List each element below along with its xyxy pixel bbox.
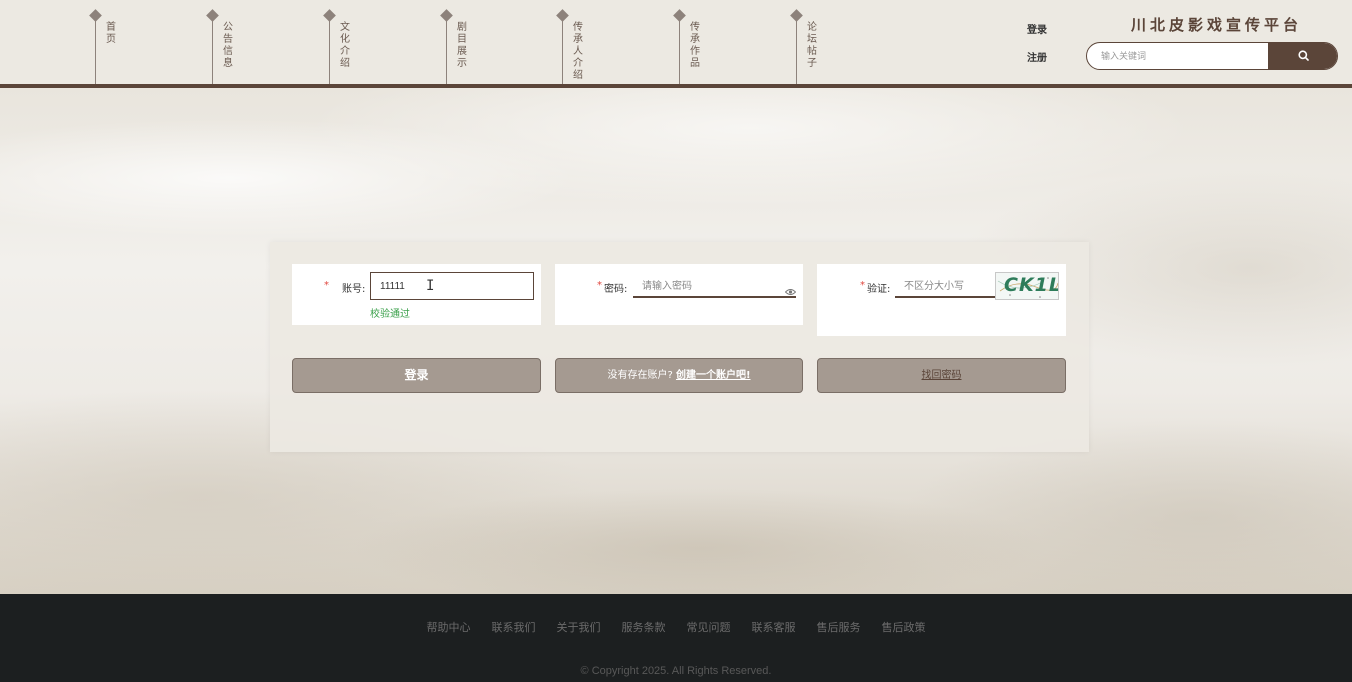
footer-link-after-sales[interactable]: 售后服务 [817, 619, 861, 635]
create-account-link[interactable]: 创建一个账户吧! [676, 370, 751, 381]
footer-link-terms[interactable]: 服务条款 [622, 619, 666, 635]
diamond-icon [89, 9, 102, 22]
password-input[interactable] [633, 276, 796, 298]
top-header: 首页 公告信息 文化介绍 剧目展示 传承人介绍 传承作品 论坛帖子 登录 注册 … [0, 0, 1352, 84]
captcha-code: CK1L [1004, 274, 1059, 296]
diamond-icon [323, 9, 336, 22]
nav-divider [562, 14, 563, 84]
diamond-icon [440, 9, 453, 22]
forgot-password-button[interactable]: 找回密码 [817, 358, 1066, 393]
nav-item-culture[interactable]: 文化介绍 [323, 0, 429, 84]
account-label: 账号: [342, 284, 366, 295]
nav-divider [796, 14, 797, 84]
nav-item-inheritors[interactable]: 传承人介绍 [556, 0, 662, 84]
footer-link-faq[interactable]: 常见问题 [687, 619, 731, 635]
nav-label: 公告信息 [223, 22, 233, 69]
footer-link-help[interactable]: 帮助中心 [427, 619, 471, 635]
account-validation-message: 校验通过 [370, 309, 410, 320]
text-cursor-icon: I [426, 278, 435, 294]
captcha-image[interactable]: CK1L [995, 272, 1059, 300]
nav-divider [329, 14, 330, 84]
nav-divider [679, 14, 680, 84]
diamond-icon [556, 9, 569, 22]
nav-divider [212, 14, 213, 84]
footer-link-support[interactable]: 联系客服 [752, 619, 796, 635]
search-button[interactable] [1268, 43, 1337, 69]
register-button[interactable]: 没有存在账户? 创建一个账户吧! [555, 358, 803, 393]
account-input[interactable] [370, 272, 534, 300]
nav-label: 剧目展示 [457, 22, 467, 69]
diamond-icon [673, 9, 686, 22]
footer-link-after-sales-policy[interactable]: 售后政策 [882, 619, 926, 635]
forgot-password-link[interactable]: 找回密码 [922, 370, 962, 381]
required-mark: * [324, 280, 329, 291]
required-mark: * [860, 280, 865, 291]
nav-label: 论坛帖子 [807, 22, 817, 69]
nav-label: 传承作品 [690, 22, 700, 69]
register-prompt: 没有存在账户? [607, 370, 673, 381]
captcha-label: 验证: [867, 284, 891, 295]
required-mark: * [597, 280, 602, 291]
page-footer: 帮助中心 联系我们 关于我们 服务条款 常见问题 联系客服 售后服务 售后政策 … [0, 594, 1352, 682]
diamond-icon [206, 9, 219, 22]
nav-label: 首页 [106, 22, 116, 45]
copyright-text: © Copyright 2025. All Rights Reserved. [580, 665, 772, 677]
footer-links: 帮助中心 联系我们 关于我们 服务条款 常见问题 联系客服 售后服务 售后政策 [0, 619, 1352, 635]
diamond-icon [790, 9, 803, 22]
nav-item-forum[interactable]: 论坛帖子 [790, 0, 896, 84]
nav-divider [446, 14, 447, 84]
search-icon [1298, 50, 1309, 61]
header-register-link[interactable]: 注册 [1027, 49, 1047, 64]
nav-item-works[interactable]: 传承作品 [673, 0, 779, 84]
nav-label: 文化介绍 [340, 22, 350, 69]
site-brand: 川北皮影戏宣传平台 [1131, 16, 1303, 34]
header-login-link[interactable]: 登录 [1027, 21, 1047, 36]
nav-label: 传承人介绍 [573, 22, 583, 81]
eye-icon[interactable] [784, 281, 797, 300]
nav-item-repertoire[interactable]: 剧目展示 [440, 0, 546, 84]
password-label: 密码: [604, 284, 628, 295]
search-bar [1086, 42, 1338, 70]
footer-link-contact[interactable]: 联系我们 [492, 619, 536, 635]
nav-item-announcements[interactable]: 公告信息 [206, 0, 312, 84]
footer-link-about[interactable]: 关于我们 [557, 619, 601, 635]
search-input[interactable] [1087, 43, 1268, 69]
nav-item-home[interactable]: 首页 [89, 0, 195, 84]
captcha-input[interactable] [895, 276, 995, 298]
nav-divider [95, 14, 96, 84]
login-button[interactable]: 登录 [292, 358, 541, 393]
